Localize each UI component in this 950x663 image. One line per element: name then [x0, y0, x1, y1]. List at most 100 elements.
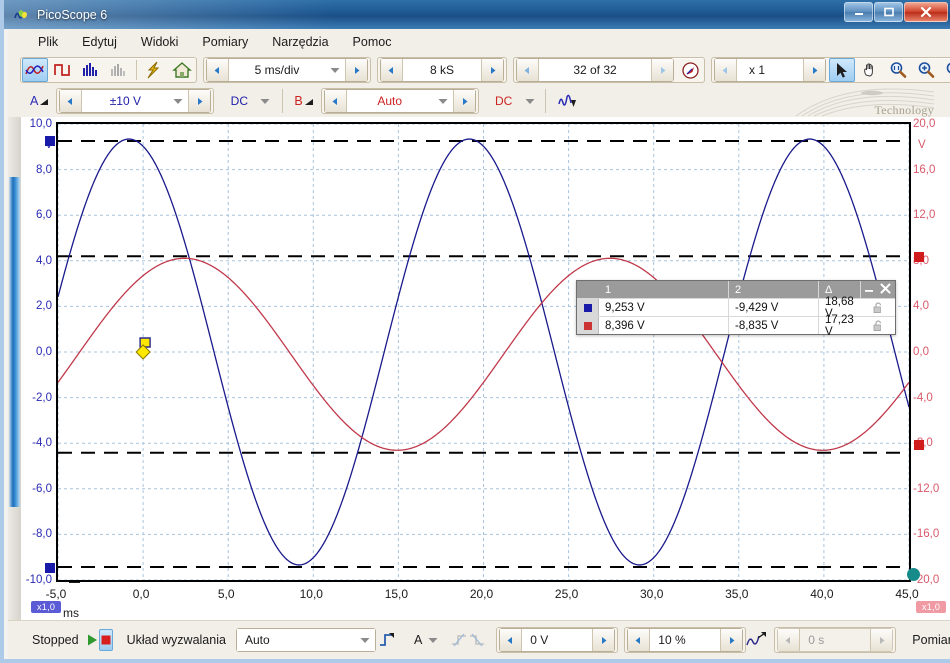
- trigger-source-dropdown-icon: [428, 637, 438, 643]
- unlocked-icon[interactable]: [861, 299, 895, 316]
- square-wave-icon[interactable]: [50, 58, 76, 82]
- buffer-prev-button[interactable]: [517, 59, 539, 81]
- maximize-button[interactable]: [874, 2, 903, 22]
- rising-edge-icon[interactable]: [378, 628, 396, 652]
- buffer-combo[interactable]: 32 of 32: [516, 58, 674, 82]
- timebase-dropdown-icon[interactable]: [325, 59, 345, 81]
- pretrigger-prev-button[interactable]: [628, 629, 651, 651]
- zoom-factor-prev-button[interactable]: [715, 59, 737, 81]
- trigger-delay-combo[interactable]: 0 s: [777, 628, 894, 652]
- trigger-falling-icon[interactable]: [468, 628, 486, 652]
- trigger-mode-value[interactable]: Auto: [236, 629, 355, 651]
- x-axis-tick: 15,0: [384, 587, 409, 601]
- timebase-combo[interactable]: 5 ms/div: [206, 58, 368, 82]
- timebase-value[interactable]: 5 ms/div: [229, 59, 325, 81]
- channel-b-range-prev-button[interactable]: [324, 90, 347, 112]
- menu-item-narzedzia[interactable]: Narzędzia: [260, 32, 340, 52]
- compass-icon[interactable]: [677, 58, 703, 82]
- channel-b-offset-marker-top[interactable]: [914, 252, 924, 262]
- zoom-factor-next-button[interactable]: [803, 59, 825, 81]
- zoom-factor-combo[interactable]: x 1: [714, 58, 826, 82]
- zoom-out-icon[interactable]: [941, 58, 950, 82]
- channel-b-coupling-combo[interactable]: DC: [485, 89, 537, 113]
- trigger-mode-dropdown-icon[interactable]: [354, 629, 375, 651]
- vertical-scrollbar[interactable]: [8, 117, 21, 620]
- close-button[interactable]: [904, 2, 948, 22]
- scrollbar-thumb[interactable]: [9, 177, 20, 507]
- measurement-rulers-table[interactable]: 1 2 Δ 9,253 V -9,429 V 18,68 V 8,396 V -…: [576, 280, 896, 338]
- trigger-source-combo[interactable]: A: [406, 628, 440, 652]
- math-channel-icon[interactable]: [553, 89, 583, 113]
- samples-combo[interactable]: 8 kS: [380, 58, 504, 82]
- pretrigger-next-button[interactable]: [720, 629, 743, 651]
- zoom-factor-value[interactable]: x 1: [737, 59, 803, 81]
- trigger-rising-icon[interactable]: [450, 628, 468, 652]
- pretrigger-value[interactable]: 10 %: [650, 629, 721, 651]
- channel-a-range-value[interactable]: ±10 V: [82, 90, 169, 112]
- right-zoom-badge[interactable]: x1,0: [916, 601, 947, 613]
- timebase-next-button[interactable]: [345, 59, 367, 81]
- trigger-delay-value: 0 s: [800, 629, 871, 651]
- spectrum-faded-icon[interactable]: [106, 58, 132, 82]
- channel-b-range-next-button[interactable]: [452, 90, 475, 112]
- minimize-icon[interactable]: [864, 283, 875, 297]
- trigger-source-value: A: [413, 633, 423, 647]
- plot-area-wrapper: 10,0 8,0 6,0 4,0 2,0 0,0 -2,0 -4,0 -6,0 -8,0 -10,0…: [21, 117, 950, 620]
- trigger-level-next-button[interactable]: [592, 629, 615, 651]
- samples-value[interactable]: 8 kS: [403, 59, 481, 81]
- waveform-plot[interactable]: [56, 122, 911, 582]
- channel-a-range-dropdown-icon[interactable]: [168, 90, 189, 112]
- home-icon[interactable]: [169, 58, 195, 82]
- menu-item-pomiary[interactable]: Pomiary: [190, 32, 260, 52]
- pointer-tool-icon[interactable]: [829, 58, 855, 82]
- timebase-prev-button[interactable]: [207, 59, 229, 81]
- measurement-row-color-b: [577, 317, 599, 334]
- measurements-label[interactable]: Pomiary: [906, 633, 950, 647]
- hand-pan-icon[interactable]: [857, 58, 883, 82]
- spectrum-bars-icon[interactable]: [78, 58, 104, 82]
- minimize-button[interactable]: [844, 2, 873, 22]
- play-icon[interactable]: [85, 628, 99, 652]
- zoom-selection-icon[interactable]: [885, 58, 911, 82]
- stop-icon[interactable]: [98, 629, 113, 651]
- channel-a-range-next-button[interactable]: [188, 90, 211, 112]
- channel-b-range-combo[interactable]: Auto: [323, 89, 476, 113]
- trigger-level-combo[interactable]: 0 V: [499, 628, 616, 652]
- scope-mode-icon[interactable]: [22, 58, 48, 82]
- channel-a-range-prev-button[interactable]: [60, 90, 83, 112]
- menu-item-edytuj[interactable]: Edytuj: [70, 32, 129, 52]
- unlocked-icon[interactable]: [861, 317, 895, 334]
- channel-a-offset-marker-top[interactable]: [45, 136, 55, 146]
- channel-a-offset-marker-bottom[interactable]: [45, 563, 55, 573]
- left-axis-tick: -8,0: [32, 528, 52, 541]
- menu-item-widoki[interactable]: Widoki: [129, 32, 191, 52]
- samples-next-button[interactable]: [481, 59, 503, 81]
- menu-bar: Plik Edytuj Widoki Pomiary Narzędzia Pom…: [8, 29, 950, 55]
- buffer-value[interactable]: 32 of 32: [539, 59, 651, 81]
- channel-a-selector[interactable]: A: [22, 94, 50, 108]
- advanced-trigger-icon[interactable]: [746, 628, 768, 652]
- pretrigger-combo[interactable]: 10 %: [627, 628, 744, 652]
- trigger-level-prev-button[interactable]: [500, 629, 523, 651]
- channel-b-range-dropdown-icon[interactable]: [432, 90, 453, 112]
- buffer-next-button[interactable]: [651, 59, 673, 81]
- acquisition-state: Stopped: [32, 633, 79, 647]
- samples-group: 8 kS: [377, 57, 507, 83]
- channel-a-coupling-combo[interactable]: DC: [220, 89, 272, 113]
- trace-end-marker[interactable]: [907, 568, 920, 581]
- menu-item-plik[interactable]: Plik: [26, 32, 70, 52]
- right-axis-tick: -12,0: [913, 482, 940, 495]
- trigger-level-value[interactable]: 0 V: [522, 629, 593, 651]
- trigger-mode-combo[interactable]: Auto: [235, 628, 376, 652]
- zoom-in-icon[interactable]: [913, 58, 939, 82]
- channel-b-offset-marker-bottom[interactable]: [914, 440, 924, 450]
- signal-generator-icon[interactable]: [141, 58, 167, 82]
- channel-a-range-combo[interactable]: ±10 V: [59, 89, 212, 113]
- samples-prev-button[interactable]: [381, 59, 403, 81]
- channel-b-selector[interactable]: B: [286, 94, 314, 108]
- table-row[interactable]: 8,396 V -8,835 V 17,23 V: [577, 314, 895, 338]
- left-zoom-badge[interactable]: x1,0: [31, 601, 62, 613]
- channel-b-range-value[interactable]: Auto: [346, 90, 433, 112]
- close-icon[interactable]: [880, 283, 891, 297]
- menu-item-pomoc[interactable]: Pomoc: [341, 32, 404, 52]
